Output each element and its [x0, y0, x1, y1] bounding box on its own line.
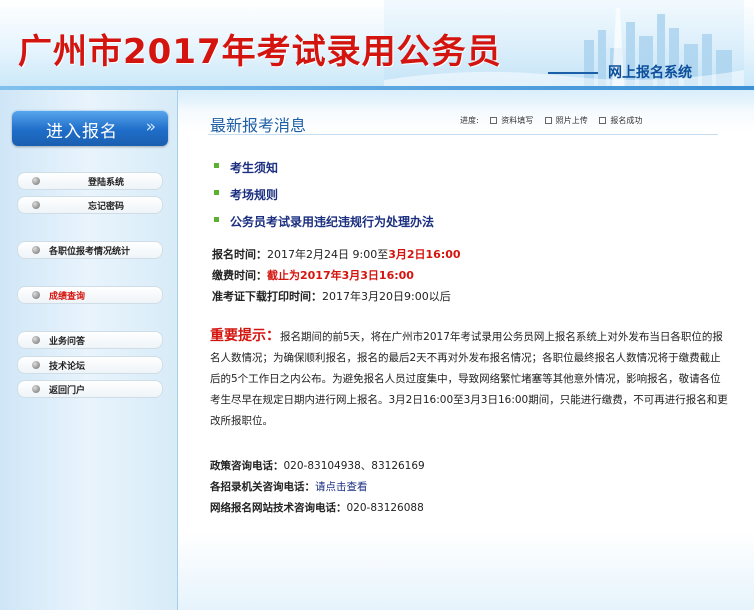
org-contact-link[interactable]: 请点击查看 [315, 481, 368, 493]
bullet-icon [32, 385, 40, 393]
tech-contact-value: 020-83126088 [346, 502, 424, 514]
payment-time-value: 截止为2017年3月3日16:00 [267, 269, 414, 282]
green-bullet-icon [214, 190, 219, 195]
notice-lead: 重要提示： [210, 328, 280, 344]
main-content: 最新报考消息 进度: 资料填写 照片上传 报名成功 考生须知 考场规则 公务员考… [178, 90, 754, 610]
sidebar-item-tech-forum[interactable]: 技术论坛 [17, 356, 163, 374]
green-bullet-icon [214, 163, 219, 168]
sidebar-item-position-stats[interactable]: 各职位报考情况统计 [17, 241, 163, 259]
tech-contact: 网络报名网站技术咨询电话：020-83126088 [210, 500, 424, 515]
double-chevron-right-icon: » [145, 117, 156, 137]
sidebar-item-login[interactable]: 登陆系统 [17, 172, 163, 190]
registration-time-end: 3月2日16:00 [388, 248, 461, 261]
checkbox-icon [599, 117, 607, 124]
payment-time: 缴费时间：截止为2017年3月3日16:00 [212, 267, 414, 283]
sidebar-item-label: 各职位报考情况统计 [49, 247, 131, 257]
sidebar-item-back-portal[interactable]: 返回门户 [17, 380, 163, 398]
sidebar-item-faq[interactable]: 业务问答 [17, 331, 163, 349]
checkbox-icon [490, 117, 498, 124]
admission-print-label: 准考证下载打印时间： [212, 290, 322, 303]
progress-label: 进度: [460, 116, 479, 125]
green-bullet-icon [214, 217, 219, 222]
policy-contact: 政策咨询电话：020-83104938、83126169 [210, 458, 425, 473]
progress-step-info: 资料填写 [490, 115, 533, 126]
sidebar-item-label: 忘记密码 [88, 202, 125, 212]
sidebar-item-label: 业务问答 [49, 337, 86, 347]
sidebar-item-forgot-password[interactable]: 忘记密码 [17, 196, 163, 214]
tech-contact-label: 网络报名网站技术咨询电话： [210, 502, 347, 514]
bullet-icon [32, 361, 40, 369]
policy-contact-value: 020-83104938、83126169 [283, 460, 425, 472]
enter-registration-label: 进入报名 [46, 122, 118, 142]
org-contact-label: 各招录机关咨询电话： [210, 481, 315, 493]
notice-body: 报名期间的前5天，将在广州市2017年考试录用公务员网上报名系统上对外发布当日各… [210, 331, 728, 427]
sidebar-item-label: 成绩查询 [49, 292, 86, 302]
sidebar-item-label: 登陆系统 [88, 178, 125, 188]
page-header: 广州市2017年考试录用公务员 网上报名系统 [0, 0, 754, 90]
bullet-icon [32, 291, 40, 299]
registration-progress: 进度: 资料填写 照片上传 报名成功 [460, 115, 642, 126]
sidebar-item-label: 返回门户 [49, 386, 86, 396]
progress-step-photo: 照片上传 [544, 115, 588, 126]
subtitle-divider [548, 72, 598, 74]
org-contact: 各招录机关咨询电话：请点击查看 [210, 479, 368, 494]
checkbox-icon [544, 117, 552, 124]
section-divider [208, 134, 718, 135]
site-subtitle: 网上报名系统 [608, 65, 692, 81]
progress-step-label: 资料填写 [501, 116, 534, 125]
progress-step-label: 照片上传 [555, 116, 588, 125]
bullet-icon [32, 201, 40, 209]
site-title: 广州市2017年考试录用公务员 [18, 32, 502, 72]
progress-step-label: 报名成功 [610, 116, 643, 125]
bullet-icon [32, 177, 40, 185]
sidebar-item-label: 技术论坛 [49, 362, 86, 372]
important-notice: 重要提示：报名期间的前5天，将在广州市2017年考试录用公务员网上报名系统上对外… [210, 326, 730, 432]
admission-print-value: 2017年3月20日9:00以后 [322, 290, 451, 303]
policy-contact-label: 政策咨询电话： [210, 460, 284, 472]
payment-time-label: 缴费时间： [212, 269, 267, 282]
link-label: 考场规则 [230, 188, 279, 202]
progress-step-success: 报名成功 [599, 115, 642, 126]
registration-time-value: 2017年2月24日 9:00至 [267, 248, 389, 261]
link-label: 公务员考试录用违纪违规行为处理办法 [230, 215, 435, 229]
enter-registration-button[interactable]: 进入报名 » [12, 110, 168, 146]
main-top-gradient [178, 90, 754, 110]
sidebar: 进入报名 » 登陆系统 忘记密码 各职位报考情况统计 成绩查询 业务问答 技术论… [0, 90, 178, 610]
registration-time-label: 报名时间： [212, 248, 267, 261]
bullet-icon [32, 336, 40, 344]
section-title: 最新报考消息 [210, 116, 307, 135]
link-label: 考生须知 [230, 161, 279, 175]
admission-print-time: 准考证下载打印时间：2017年3月20日9:00以后 [212, 288, 451, 304]
bullet-icon [32, 246, 40, 254]
registration-time: 报名时间：2017年2月24日 9:00至3月2日16:00 [212, 246, 461, 262]
sidebar-item-score-query[interactable]: 成绩查询 [17, 286, 163, 304]
